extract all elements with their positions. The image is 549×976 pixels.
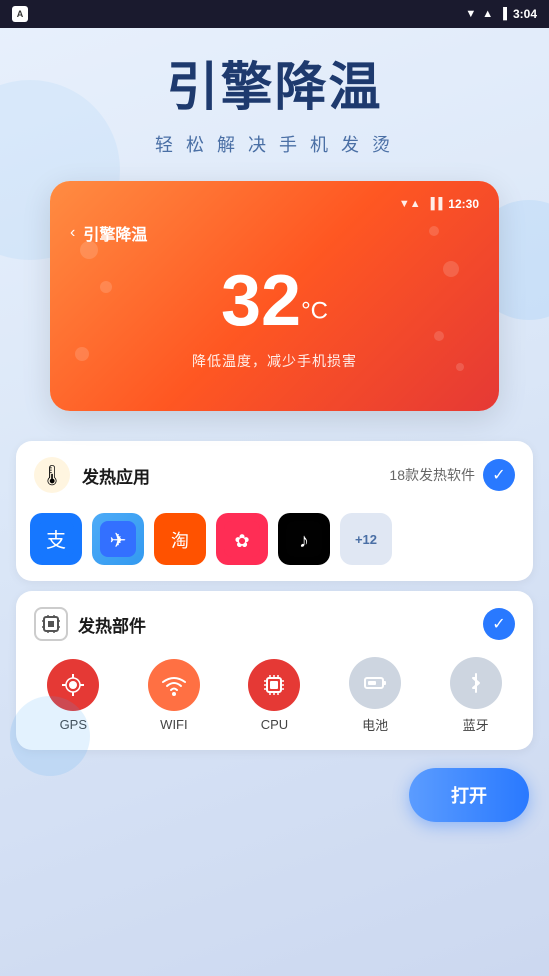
battery-label: 电池 xyxy=(362,715,388,734)
hot-apps-label: 发热应用 xyxy=(82,463,150,488)
comp-battery[interactable]: 电池 xyxy=(339,657,411,734)
open-btn-row: 打开 xyxy=(0,760,549,842)
wifi-label: WIFI xyxy=(160,717,187,732)
app-alipay[interactable]: 支 xyxy=(30,513,82,565)
hero-title: 引擎降温 xyxy=(20,60,529,117)
svg-text:♪: ♪ xyxy=(299,530,309,552)
hot-apps-icon: 🌡 xyxy=(34,457,70,493)
bluetooth-circle xyxy=(450,657,502,709)
screen-time: 12:30 xyxy=(448,197,479,211)
hot-apps-count: 18款发热软件 xyxy=(389,465,475,485)
temperature-value: 32 xyxy=(221,265,301,337)
section-left: 🌡 发热应用 xyxy=(34,457,150,493)
back-arrow: ‹ xyxy=(70,224,75,242)
app-feishu[interactable]: ✈ xyxy=(92,513,144,565)
app-icon: A xyxy=(12,6,28,22)
app-xiaohongshu[interactable]: ✿ xyxy=(216,513,268,565)
svg-text:✈: ✈ xyxy=(110,530,127,552)
gps-circle xyxy=(47,659,99,711)
app-taobao[interactable]: 淘 xyxy=(154,513,206,565)
bubble-6 xyxy=(434,331,444,341)
cpu-label: CPU xyxy=(261,717,288,732)
battery-circle xyxy=(349,657,401,709)
bubble-1 xyxy=(80,241,98,259)
hot-apps-header: 🌡 发热应用 18款发热软件 ✓ xyxy=(16,441,533,509)
apps-row: 支 ✈ 淘 ✿ ♪ +12 xyxy=(16,509,533,581)
status-time: 3:04 xyxy=(513,7,537,21)
hw-check[interactable]: ✓ xyxy=(483,608,515,640)
phone-mockup: ▼▲ ▐▐ 12:30 ‹ 引擎降温 32°C 降低温度，减少手机损害 xyxy=(50,181,499,411)
comp-cpu[interactable]: CPU xyxy=(238,659,310,732)
hot-apps-card: 🌡 发热应用 18款发热软件 ✓ 支 ✈ 淘 ✿ ♪ +12 xyxy=(16,441,533,581)
hero-section: 引擎降温 轻 松 解 决 手 机 发 烫 ▼▲ ▐▐ 12:30 ‹ 引擎降温 … xyxy=(0,28,549,431)
cpu-circle xyxy=(248,659,300,711)
wifi-circle xyxy=(148,659,200,711)
comp-gps[interactable]: GPS xyxy=(37,659,109,732)
comp-bluetooth[interactable]: 蓝牙 xyxy=(440,657,512,734)
hot-components-card: 发热部件 ✓ GPS xyxy=(16,591,533,750)
temp-description: 降低温度，减少手机损害 xyxy=(70,351,479,371)
screen-wifi: ▼▲ xyxy=(399,198,421,210)
signal-icon: ▲ xyxy=(482,8,493,20)
phone-nav: ‹ 引擎降温 xyxy=(70,221,479,245)
gps-label: GPS xyxy=(60,717,87,732)
comp-wifi[interactable]: WIFI xyxy=(138,659,210,732)
hw-label: 发热部件 xyxy=(78,612,146,637)
temp-unit: °C xyxy=(301,298,328,325)
status-left: A xyxy=(12,6,28,22)
screen-statusbar: ▼▲ ▐▐ 12:30 xyxy=(70,197,479,211)
hw-icon xyxy=(34,607,68,641)
hot-apps-check[interactable]: ✓ xyxy=(483,459,515,491)
hero-subtitle: 轻 松 解 决 手 机 发 烫 xyxy=(20,131,529,157)
components-row: GPS WIFI xyxy=(16,653,533,750)
status-right: ▼ ▲ ▐ 3:04 xyxy=(465,7,537,21)
wifi-icon: ▼ xyxy=(465,8,476,20)
hw-left: 发热部件 xyxy=(34,607,146,641)
section-right: 18款发热软件 ✓ xyxy=(389,459,515,491)
svg-text:✿: ✿ xyxy=(234,531,249,551)
phone-screen: ▼▲ ▐▐ 12:30 ‹ 引擎降温 32°C 降低温度，减少手机损害 xyxy=(50,181,499,411)
status-bar: A ▼ ▲ ▐ 3:04 xyxy=(0,0,549,28)
temperature-display: 32°C xyxy=(70,265,479,337)
battery-icon: ▐ xyxy=(499,8,507,20)
svg-text:淘: 淘 xyxy=(171,531,189,551)
open-button[interactable]: 打开 xyxy=(409,768,529,822)
bluetooth-label: 蓝牙 xyxy=(463,715,489,734)
hw-header: 发热部件 ✓ xyxy=(16,591,533,653)
app-tiktok[interactable]: ♪ xyxy=(278,513,330,565)
svg-text:支: 支 xyxy=(46,529,66,552)
screen-signal: ▐▐ xyxy=(427,198,443,210)
app-more[interactable]: +12 xyxy=(340,513,392,565)
